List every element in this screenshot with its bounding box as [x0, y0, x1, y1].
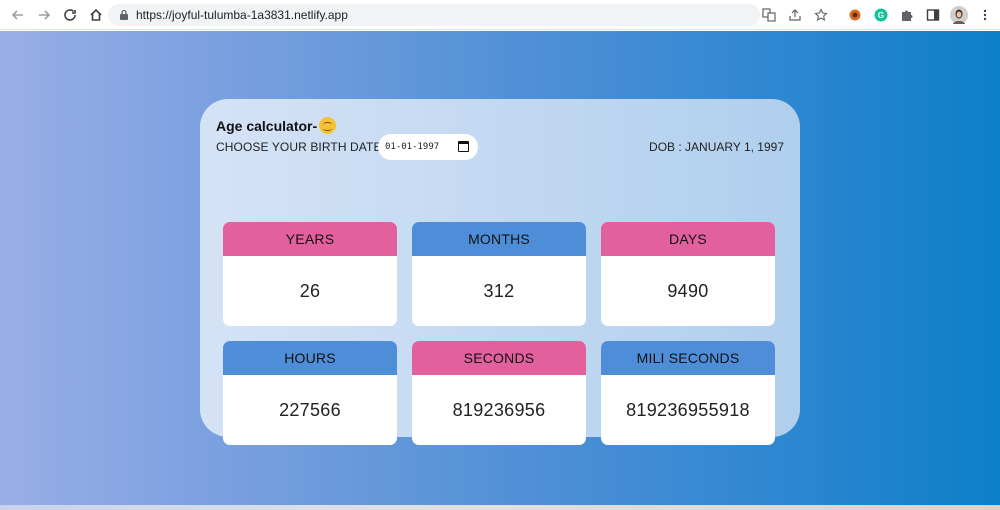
milliseconds-tile: MILI SECONDS 819236955918: [601, 341, 775, 445]
translate-button[interactable]: [760, 6, 778, 24]
hours-value: 227566: [279, 399, 341, 420]
arrow-left-icon: [11, 9, 23, 20]
page-background: Age calculator- CHOOSE YOUR BIRTH DATE 0…: [0, 31, 1000, 505]
seconds-tile: SECONDS 819236956: [412, 341, 586, 445]
profile-avatar[interactable]: [950, 6, 968, 24]
share-button[interactable]: [786, 6, 804, 24]
hours-label: HOURS: [223, 341, 397, 375]
browser-menu-button[interactable]: [976, 6, 994, 24]
side-panel-icon: [926, 9, 940, 21]
days-value: 9490: [667, 280, 709, 301]
seconds-value: 819236956: [452, 399, 546, 420]
years-label: YEARS: [223, 222, 397, 256]
reload-icon: [64, 8, 76, 21]
age-calculator-card: Age calculator- CHOOSE YOUR BIRTH DATE 0…: [200, 99, 800, 445]
side-panel-button[interactable]: [924, 6, 942, 24]
url-text: https://joyful-tulumba-1a3831.netlify.ap…: [136, 8, 348, 22]
puzzle-icon: [902, 10, 913, 21]
milliseconds-label: MILI SECONDS: [601, 341, 775, 375]
calendar-icon[interactable]: [458, 141, 469, 152]
arrow-right-icon: [39, 9, 51, 20]
star-icon: [814, 8, 828, 21]
months-tile: MONTHS 312: [412, 222, 586, 326]
extensions-button[interactable]: [898, 6, 916, 24]
birth-date-value: 01-01-1997: [385, 142, 440, 152]
kebab-menu-icon: [983, 9, 987, 21]
days-label: DAYS: [601, 222, 775, 256]
svg-text:G: G: [878, 11, 884, 20]
back-button[interactable]: [8, 5, 28, 25]
grammarly-icon: G: [874, 8, 888, 22]
bookmark-button[interactable]: [812, 6, 830, 24]
birth-date-input[interactable]: 01-01-1997: [378, 134, 478, 160]
translate-icon: [762, 8, 776, 22]
grammarly-button[interactable]: G: [872, 6, 890, 24]
dob-display: DOB : JANUARY 1, 1997: [649, 140, 784, 154]
choose-birth-date-label: CHOOSE YOUR BIRTH DATE: [216, 140, 382, 154]
hours-tile: HOURS 227566: [223, 341, 397, 445]
reload-button[interactable]: [60, 5, 80, 25]
share-icon: [789, 9, 801, 21]
app-title: Age calculator-: [216, 117, 337, 134]
milliseconds-value: 819236955918: [626, 399, 750, 420]
address-bar[interactable]: https://joyful-tulumba-1a3831.netlify.ap…: [108, 4, 760, 26]
seconds-label: SECONDS: [412, 341, 586, 375]
app-title-text: Age calculator-: [216, 117, 318, 134]
months-label: MONTHS: [412, 222, 586, 256]
avatar-icon: [950, 6, 968, 24]
days-tile: DAYS 9490: [601, 222, 775, 326]
browser-toolbar: https://joyful-tulumba-1a3831.netlify.ap…: [0, 0, 1000, 30]
taskbar-strip: [0, 505, 1000, 510]
home-button[interactable]: [86, 5, 106, 25]
home-icon: [90, 8, 102, 21]
extension-button[interactable]: [846, 6, 864, 24]
years-tile: YEARS 26: [223, 222, 397, 326]
forward-button[interactable]: [34, 5, 54, 25]
months-value: 312: [483, 280, 515, 301]
lock-icon: [120, 9, 128, 20]
years-value: 26: [299, 280, 321, 301]
hugging-face-emoji-icon: [319, 117, 337, 134]
extension-icon: [849, 9, 861, 21]
